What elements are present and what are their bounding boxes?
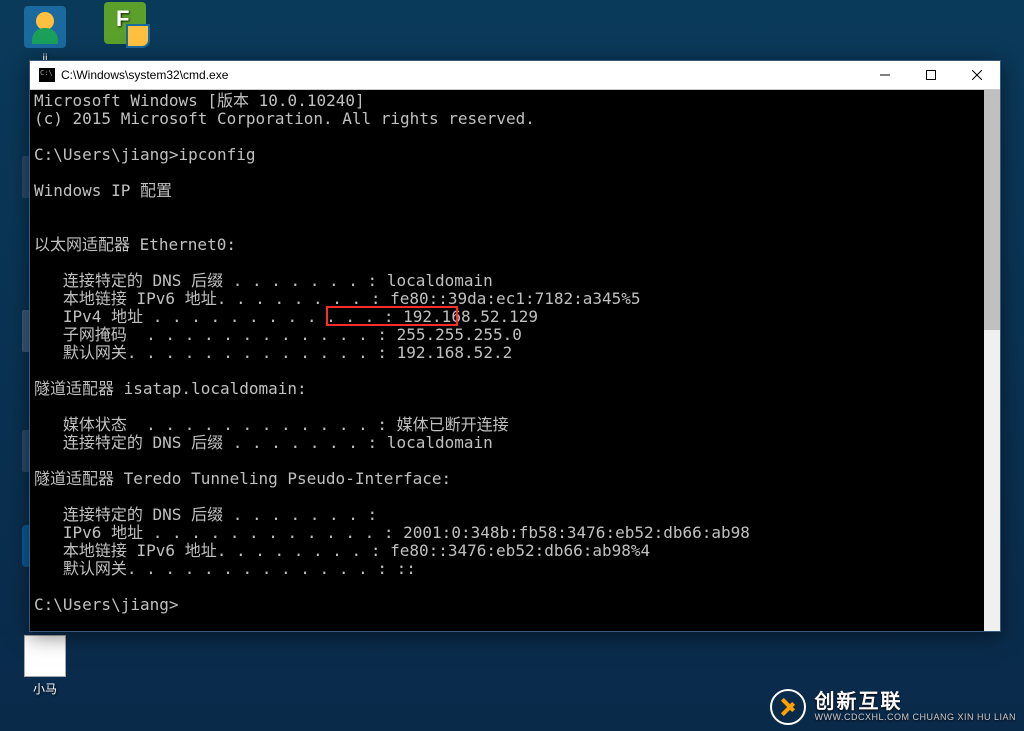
watermark: 创新互联 WWW.CDCXHL.COM CHUANG XIN HU LIAN [770, 689, 1016, 725]
terminal-output[interactable]: Microsoft Windows [版本 10.0.10240] (c) 20… [30, 90, 984, 631]
scrollbar-thumb[interactable] [984, 90, 1000, 330]
user-avatar-icon [24, 6, 66, 48]
scrollbar[interactable] [984, 90, 1000, 631]
watermark-logo-icon [770, 689, 806, 725]
desktop-icon-xiaoma[interactable]: 小马 [10, 635, 80, 697]
maximize-button[interactable] [908, 61, 954, 90]
cmd-icon [39, 68, 55, 82]
cmd-window: C:\Windows\system32\cmd.exe Microsoft Wi… [29, 60, 1001, 632]
window-title: C:\Windows\system32\cmd.exe [55, 68, 862, 82]
blank-file-icon [24, 635, 66, 677]
titlebar[interactable]: C:\Windows\system32\cmd.exe [30, 61, 1000, 90]
desktop-icon-user[interactable]: ji [10, 6, 80, 65]
desktop-icon-fiddler[interactable] [90, 2, 160, 47]
fiddler-icon [104, 2, 146, 44]
watermark-cn: 创新互联 [814, 691, 1016, 713]
icon-label: 小马 [10, 680, 80, 697]
watermark-en: WWW.CDCXHL.COM CHUANG XIN HU LIAN [814, 713, 1016, 723]
window-controls [862, 61, 1000, 90]
close-button[interactable] [954, 61, 1000, 90]
minimize-button[interactable] [862, 61, 908, 90]
